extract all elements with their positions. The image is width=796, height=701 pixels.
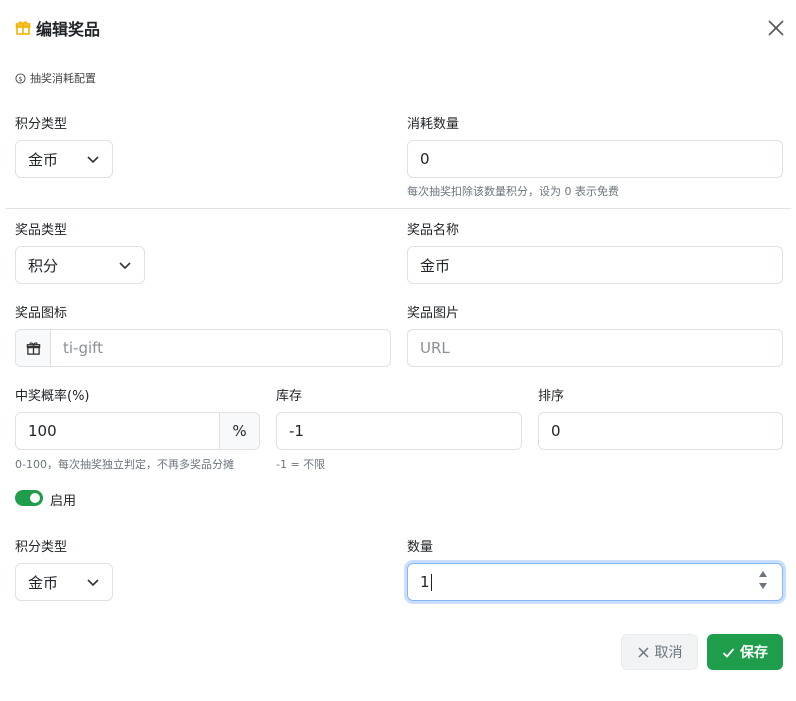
prize-icon-addon (16, 330, 51, 366)
edit-prize-dialog: 编辑奖品 $ 抽奖消耗配置 积分类型 金币 消耗数量 0 每次抽奖扣除该数量积分… (0, 0, 796, 701)
cost-section-label: 抽奖消耗配置 (30, 72, 96, 85)
stock-hint: -1 = 不限 (276, 458, 326, 471)
cancel-button[interactable]: 取消 (621, 634, 698, 670)
prize-icon-placeholder: ti-gift (63, 339, 104, 357)
prize-name-value: 金币 (420, 256, 451, 275)
enabled-toggle[interactable] (15, 490, 43, 506)
save-button[interactable]: 保存 (707, 634, 783, 670)
sort-label: 排序 (538, 389, 565, 404)
quantity-stepper[interactable] (758, 570, 768, 590)
probability-label: 中奖概率(%) (15, 389, 90, 404)
probability-hint: 0-100，每次抽奖独立判定，不再多奖品分摊 (15, 458, 234, 471)
chevron-down-icon (119, 262, 131, 270)
stepper-down-icon[interactable] (758, 582, 768, 590)
sort-value: 0 (551, 422, 561, 440)
dialog-header: 编辑奖品 (15, 16, 100, 40)
chevron-down-icon (87, 156, 99, 164)
quantity-value: 1 (420, 573, 430, 591)
cost-points-type-select[interactable]: 金币 (15, 140, 113, 178)
gift-icon (26, 341, 40, 355)
cost-points-type-value: 金币 (28, 150, 59, 169)
prize-icon-label: 奖品图标 (15, 306, 68, 321)
gift-icon (15, 21, 31, 35)
quantity-input[interactable]: 1 (407, 563, 783, 601)
prize-name-label: 奖品名称 (407, 223, 460, 238)
prize-type-value: 积分 (28, 256, 59, 275)
toggle-knob (30, 493, 40, 503)
cancel-button-label: 取消 (654, 645, 683, 661)
save-button-label: 保存 (740, 645, 768, 661)
prize-icon-input-group: ti-gift (15, 329, 391, 367)
quantity-label: 数量 (407, 540, 434, 555)
prize-type-label: 奖品类型 (15, 223, 68, 238)
dialog-title: 编辑奖品 (36, 20, 101, 39)
enabled-label: 启用 (50, 494, 77, 509)
close-icon (637, 646, 649, 658)
svg-text:$: $ (18, 74, 22, 82)
stock-label: 库存 (276, 389, 303, 404)
reward-points-type-value: 金币 (28, 573, 59, 592)
prize-image-input[interactable]: URL (407, 329, 783, 367)
prize-image-label: 奖品图片 (407, 306, 460, 321)
cost-points-type-label: 积分类型 (15, 117, 68, 132)
cost-amount-hint: 每次抽奖扣除该数量积分，设为 0 表示免费 (407, 185, 619, 198)
cost-amount-label: 消耗数量 (407, 117, 460, 132)
sort-input[interactable]: 0 (538, 412, 783, 450)
prize-image-placeholder: URL (420, 339, 450, 357)
chevron-down-icon (87, 579, 99, 587)
stepper-up-icon[interactable] (758, 570, 768, 578)
cost-amount-value: 0 (420, 150, 430, 168)
probability-input[interactable]: 100 (16, 413, 219, 449)
probability-value: 100 (28, 422, 57, 440)
reward-points-type-select[interactable]: 金币 (15, 563, 113, 601)
prize-name-input[interactable]: 金币 (407, 246, 783, 284)
stock-value: -1 (289, 422, 304, 440)
cost-amount-input[interactable]: 0 (407, 140, 783, 178)
probability-input-group: 100 % (15, 412, 260, 450)
coin-icon: $ (15, 72, 26, 84)
cost-section-heading: $ 抽奖消耗配置 (15, 70, 96, 86)
stock-input[interactable]: -1 (276, 412, 522, 450)
reward-points-type-label: 积分类型 (15, 540, 68, 555)
close-icon[interactable] (766, 18, 786, 38)
check-icon (722, 647, 735, 658)
section-divider (6, 208, 791, 209)
prize-type-select[interactable]: 积分 (15, 246, 145, 284)
percent-addon: % (219, 413, 259, 449)
text-caret (430, 573, 432, 591)
prize-icon-input[interactable]: ti-gift (51, 330, 390, 366)
